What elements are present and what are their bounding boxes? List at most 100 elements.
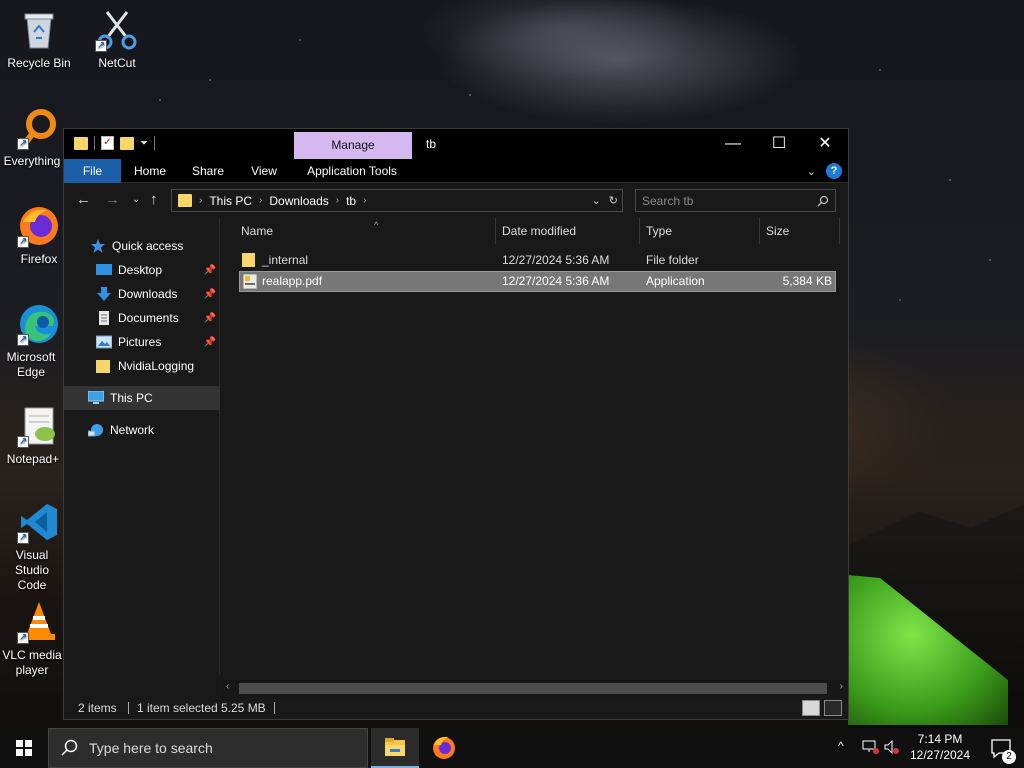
- pin-icon[interactable]: 📌: [204, 337, 216, 348]
- desktop-icon-label: VLC media player: [2, 648, 62, 677]
- tab-home[interactable]: Home: [126, 159, 174, 183]
- folder-icon: [96, 360, 110, 373]
- pin-icon[interactable]: 📌: [204, 289, 216, 300]
- desktop-icon-label: Microsoft Edge: [6, 350, 56, 379]
- status-selection-size: 5.25 MB: [221, 701, 266, 715]
- address-history-icon[interactable]: ⌄: [592, 194, 601, 207]
- toolbar-separator: [154, 136, 155, 150]
- sort-ascending-icon: ^: [374, 220, 379, 230]
- details-view-button[interactable]: [802, 700, 820, 716]
- recycle-bin-icon: [17, 8, 61, 52]
- customize-toolbar-icon[interactable]: ⏷: [140, 138, 148, 149]
- scroll-left-icon[interactable]: ‹: [226, 681, 229, 692]
- properties-icon[interactable]: ✓: [101, 136, 114, 150]
- notification-count-badge: 2: [1002, 750, 1016, 764]
- sidebar-item-label: Network: [110, 423, 155, 437]
- taskbar-search-input[interactable]: [89, 740, 367, 756]
- action-center-button[interactable]: 2: [982, 728, 1022, 768]
- scroll-right-icon[interactable]: ›: [840, 681, 843, 692]
- volume-muted-icon[interactable]: [884, 739, 900, 755]
- sidebar-item-downloads[interactable]: Downloads 📌: [64, 282, 220, 306]
- search-input[interactable]: [642, 193, 817, 208]
- taskbar-file-explorer[interactable]: [371, 728, 419, 768]
- column-header-type[interactable]: Type: [640, 218, 760, 244]
- folder-icon: [74, 136, 88, 150]
- back-arrow-icon[interactable]: ←: [76, 191, 91, 208]
- tab-application-tools[interactable]: Application Tools: [298, 159, 406, 183]
- status-bar: 2 items 1 item selected 5.25 MB: [64, 697, 848, 719]
- shortcut-arrow-icon: [17, 530, 29, 545]
- notepad-plus-icon: [17, 404, 61, 449]
- file-explorer-icon: [385, 738, 405, 756]
- column-header-date-modified[interactable]: Date modified: [496, 218, 640, 244]
- vscode-icon: [17, 500, 61, 545]
- breadcrumb-downloads[interactable]: Downloads: [269, 194, 328, 208]
- document-icon: [99, 311, 109, 325]
- taskbar-search[interactable]: [48, 728, 368, 768]
- large-icons-view-button[interactable]: [824, 700, 842, 716]
- sidebar-item-desktop[interactable]: Desktop 📌: [64, 258, 220, 282]
- chevron-right-icon[interactable]: ›: [363, 195, 366, 206]
- search-icon: [61, 739, 78, 756]
- tab-view[interactable]: View: [240, 159, 288, 183]
- table-row[interactable]: realapp.pdf 12/27/2024 5:36 AM Applicati…: [239, 271, 836, 292]
- sidebar-item-label: Documents: [118, 311, 179, 325]
- navigation-bar: ← → ⌄ ↑ › This PC › Downloads › tb › ⌄ ↻: [64, 183, 848, 218]
- refresh-icon[interactable]: ↻: [609, 194, 618, 207]
- file-explorer-window: ✓ ⏷ Manage tb — ☐ ✕ File Home Share View…: [63, 128, 849, 720]
- status-item-count: 2 items: [78, 701, 117, 715]
- tab-share[interactable]: Share: [184, 159, 232, 183]
- system-clock[interactable]: 7:14 PM 12/27/2024: [900, 731, 980, 763]
- search-box[interactable]: [635, 189, 836, 212]
- system-tray: ^: [838, 739, 900, 768]
- folder-icon: [178, 194, 192, 207]
- close-button[interactable]: ✕: [802, 129, 848, 159]
- shortcut-arrow-icon: [17, 630, 29, 645]
- network-disconnected-icon[interactable]: [862, 739, 880, 755]
- table-row[interactable]: _internal 12/27/2024 5:36 AM File folder: [239, 250, 836, 271]
- taskbar-firefox[interactable]: [420, 728, 468, 768]
- chevron-right-icon[interactable]: ›: [259, 195, 262, 206]
- file-name: realapp.pdf: [262, 274, 323, 288]
- help-icon[interactable]: ?: [826, 163, 842, 179]
- sidebar-item-quick-access[interactable]: Quick access: [64, 234, 220, 258]
- desktop-icon-netcut[interactable]: NetCut: [79, 8, 155, 71]
- scrollbar-thumb[interactable]: [239, 683, 827, 694]
- sidebar-item-label: NvidiaLogging: [118, 359, 195, 373]
- column-header-name[interactable]: ^ Name: [235, 218, 496, 244]
- navigation-pane: Quick access Desktop 📌 Downloads 📌 Docum…: [64, 218, 220, 675]
- title-bar[interactable]: ✓ ⏷ Manage tb — ☐ ✕: [64, 129, 848, 159]
- sidebar-item-this-pc[interactable]: This PC: [64, 386, 220, 410]
- sidebar-item-network[interactable]: Network: [64, 418, 220, 442]
- chevron-right-icon: ›: [199, 195, 203, 206]
- show-hidden-icons-icon[interactable]: ^: [838, 739, 844, 753]
- vlc-cone-icon: [17, 600, 61, 645]
- chevron-right-icon[interactable]: ›: [336, 195, 339, 206]
- new-folder-icon[interactable]: [120, 136, 134, 150]
- horizontal-scrollbar[interactable]: ‹ ›: [221, 680, 848, 697]
- up-arrow-icon[interactable]: ↑: [150, 191, 158, 208]
- sidebar-item-nvidialogging[interactable]: NvidiaLogging: [64, 354, 220, 378]
- desktop-icon: [96, 264, 112, 275]
- desktop-icon-recycle-bin[interactable]: Recycle Bin: [1, 8, 77, 71]
- tab-manage[interactable]: Manage: [294, 132, 412, 159]
- breadcrumb-this-pc[interactable]: This PC: [209, 194, 252, 208]
- pin-icon[interactable]: 📌: [204, 265, 216, 276]
- maximize-button[interactable]: ☐: [756, 129, 802, 159]
- status-selection: 1 item selected: [137, 701, 218, 715]
- column-header-size[interactable]: Size: [760, 218, 840, 244]
- sidebar-item-documents[interactable]: Documents 📌: [64, 306, 220, 330]
- minimize-button[interactable]: —: [710, 129, 756, 159]
- sidebar-item-pictures[interactable]: Pictures 📌: [64, 330, 220, 354]
- pin-icon[interactable]: 📌: [204, 313, 216, 324]
- expand-ribbon-icon[interactable]: ⌄: [807, 165, 816, 178]
- column-header-label: Name: [241, 224, 274, 238]
- address-bar[interactable]: › This PC › Downloads › tb › ⌄ ↻: [171, 189, 623, 212]
- breadcrumb-tb[interactable]: tb: [346, 194, 356, 208]
- recent-locations-icon[interactable]: ⌄: [132, 194, 140, 205]
- forward-arrow-icon[interactable]: →: [105, 191, 120, 208]
- file-size: 5,384 KB: [782, 274, 832, 288]
- file-type: File folder: [646, 253, 699, 267]
- start-button[interactable]: [0, 728, 48, 768]
- tab-file[interactable]: File: [64, 159, 121, 183]
